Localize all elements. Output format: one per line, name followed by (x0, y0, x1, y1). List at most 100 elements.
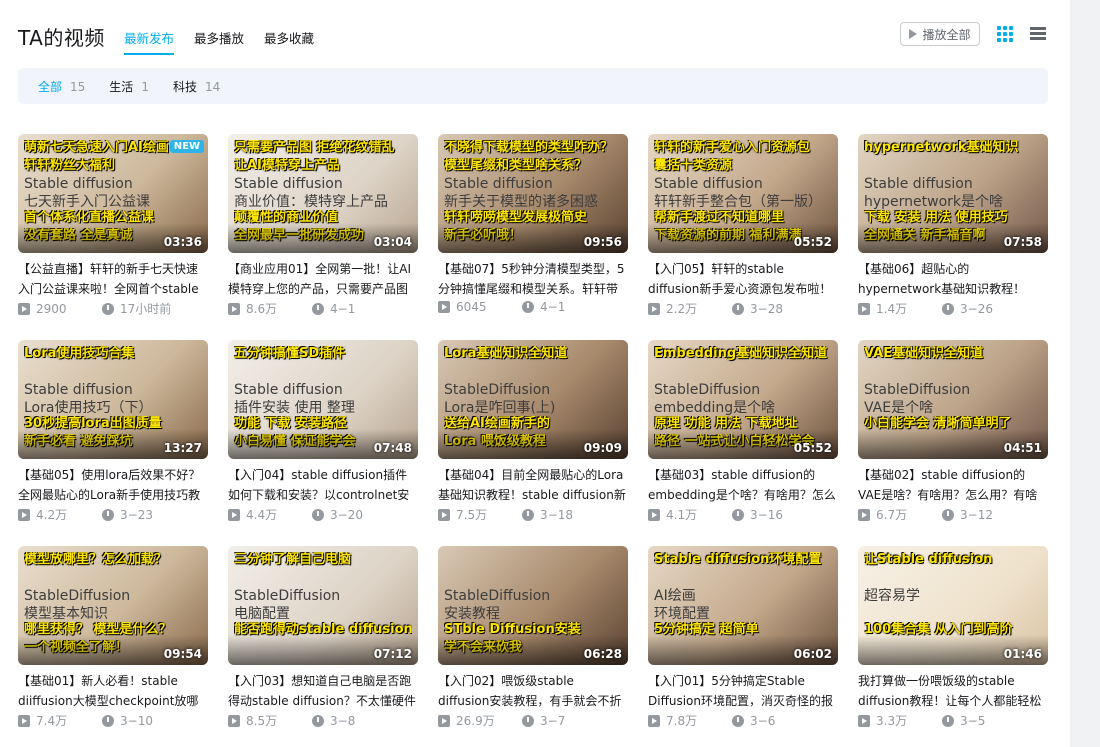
video-thumbnail[interactable]: 模型放哪里？怎么加载？ StableDiffusion 模型基本知识 哪里获得？ 模型… (18, 546, 208, 665)
video-card[interactable]: hypernetwork基础知识 Stable diffusion hypernet… (858, 134, 1048, 324)
thumbnail-text: VAE基础知识全知道 (864, 346, 984, 361)
play-all-label: 播放全部 (922, 27, 971, 42)
video-title[interactable]: 【基础01】新人必看！stable diiffusion大模型checkpoin… (18, 671, 208, 711)
play-count: 6.7万 (876, 508, 908, 522)
video-card[interactable]: 轩轩的新手爱心入门资源包 囊括十类资源 Stable diffusion 轩轩新手整合… (648, 134, 838, 324)
video-title[interactable]: 【入门03】想知道自己电脑是否跑得动stable diffusion？不太懂硬件 (228, 671, 418, 711)
video-card[interactable]: StableDiffusion安装教程STble Diffusion安装学不会来… (438, 546, 628, 736)
clock-icon (312, 508, 324, 521)
play-count-icon (858, 302, 870, 315)
filter-tech[interactable]: 科技 14 (173, 78, 220, 95)
video-card[interactable]: VAE基础知识全知道 StableDiffusion VAE是个啥 小白能学会 清晰简… (858, 340, 1048, 530)
video-thumbnail[interactable]: 让Stable diffusion 超容易学 100集合集 从入门到高阶 01:46 (858, 546, 1048, 665)
video-title[interactable]: 【入门05】轩轩的stable diffusion新手爱心资源包发布啦！不要给学 (648, 259, 838, 299)
tab-most-favorited[interactable]: 最多收藏 (264, 28, 314, 55)
video-card[interactable]: 只需要产品图 拒绝花纹错乱 让AI模特穿上产品 Stable diffusion 商业… (228, 134, 418, 324)
page-scrollbar[interactable] (1070, 0, 1100, 747)
play-count-icon (858, 508, 870, 521)
video-title[interactable]: 【入门04】stable diffusion插件如何下载和安装？以control… (228, 465, 418, 505)
video-thumbnail[interactable]: 轩轩的新手爱心入门资源包 囊括十类资源 Stable diffusion 轩轩新手整合… (648, 134, 838, 253)
video-card[interactable]: 萌新七天急速入门AI绘画 轩轩粉丝大福利 Stable diffusion 七天新手入… (18, 134, 208, 324)
thumbnail-text: 商业价值：模特穿上产品 (234, 194, 388, 210)
thumbnail-text: Stable diffusion (24, 382, 133, 398)
thumbnail-text: Embedding基础知识全知道 (654, 346, 828, 361)
thumbnail-text: embedding是个啥 (654, 400, 776, 416)
video-title[interactable]: 【基础04】目前全网最贴心的Lora基础知识教程！stable diffusio… (438, 465, 628, 505)
video-meta: 6045 4−1 (438, 300, 565, 314)
thumbnail-text: 环境配置 (654, 606, 710, 622)
play-count: 7.4万 (36, 714, 68, 728)
clock-icon (522, 508, 534, 521)
video-title[interactable]: 【基础02】stable diffusion的VAE是啥？有啥用？怎么用？有啥效 (858, 465, 1048, 505)
video-duration: 05:52 (793, 235, 832, 249)
video-thumbnail[interactable]: 三分钟了解自己电脑 StableDiffusion 电脑配置 能否跑得动stable … (228, 546, 418, 665)
video-thumbnail[interactable]: VAE基础知识全知道 StableDiffusion VAE是个啥 小白能学会 清晰简… (858, 340, 1048, 459)
video-duration: 01:46 (1003, 647, 1042, 661)
video-card[interactable]: Lora使用技巧合集 Stable diffusion Lora使用技巧（下） 30秒… (18, 340, 208, 530)
video-card[interactable]: 不晓得下载模型的类型咋办？ 模型尾缀和类型啥关系？ Stable diffusion… (438, 134, 628, 324)
video-thumbnail[interactable]: 萌新七天急速入门AI绘画 轩轩粉丝大福利 Stable diffusion 七天新手入… (18, 134, 208, 253)
video-card[interactable]: Embedding基础知识全知道 StableDiffusion embedding… (648, 340, 838, 530)
video-card[interactable]: Lora基础知识全知道 StableDiffusion Lora是咋回事(上) 送给A… (438, 340, 628, 530)
video-title[interactable]: 【商业应用01】全网第一批！让AI模特穿上您的产品，只需要产品图 (228, 259, 418, 299)
video-thumbnail[interactable]: Lora基础知识全知道 StableDiffusion Lora是咋回事(上) 送给A… (438, 340, 628, 459)
play-count: 4.2万 (36, 508, 68, 522)
video-list-panel: TA的视频 最新发布 最多播放 最多收藏 播放全部 全部 15 生活 1 科技 14 … (0, 0, 1070, 747)
thumbnail-text: Stable diffusion (444, 176, 553, 192)
publish-date: 3−10 (120, 713, 153, 728)
publish-date: 3−8 (330, 713, 356, 728)
video-card[interactable]: 三分钟了解自己电脑 StableDiffusion 电脑配置 能否跑得动stable … (228, 546, 418, 736)
video-card[interactable]: 让Stable diffusion 超容易学 100集合集 从入门到高阶 01:46 我… (858, 546, 1048, 736)
tab-most-played[interactable]: 最多播放 (194, 28, 244, 55)
video-card[interactable]: 模型放哪里？怎么加载？ StableDiffusion 模型基本知识 哪里获得？ 模型… (18, 546, 208, 736)
publish-date: 3−18 (540, 507, 573, 522)
list-view-icon[interactable] (1030, 26, 1046, 42)
video-title[interactable]: 【基础07】5秒钟分清模型类型，5分钟搞懂尾缀和模型关系。轩轩带 (438, 259, 628, 299)
video-title[interactable]: 【基础06】超贴心的hypernetwork基础知识教程！stable diff… (858, 259, 1048, 299)
play-count-icon (18, 302, 30, 315)
publish-date: 3−26 (960, 301, 993, 316)
play-count: 3.3万 (876, 714, 908, 728)
video-thumbnail[interactable]: 只需要产品图 拒绝花纹错乱 让AI模特穿上产品 Stable diffusion 商业… (228, 134, 418, 253)
play-count-icon (648, 302, 660, 315)
publish-date: 3−12 (960, 507, 993, 522)
thumbnail-text: Lora是咋回事(上) (444, 400, 556, 416)
filter-all[interactable]: 全部 15 (38, 78, 85, 95)
video-thumbnail[interactable]: Embedding基础知识全知道 StableDiffusion embedding… (648, 340, 838, 459)
video-meta: 4.4万 3−20 (228, 506, 363, 523)
play-count: 8.6万 (246, 302, 278, 316)
thumbnail-text: hypernetwork基础知识 (864, 140, 1019, 155)
thumbnail-text: hypernetwork是个啥 (864, 194, 1004, 210)
grid-view-icon[interactable] (996, 25, 1014, 43)
play-count: 7.5万 (456, 508, 488, 522)
video-thumbnail[interactable]: hypernetwork基础知识 Stable diffusion hypernet… (858, 134, 1048, 253)
play-count: 4.1万 (666, 508, 698, 522)
tab-latest[interactable]: 最新发布 (124, 28, 175, 55)
video-duration: 06:02 (793, 647, 832, 661)
page-title: TA的视频 (18, 26, 105, 50)
video-thumbnail[interactable]: Stable diffusion环境配置 AI绘画 环境配置 5分钟搞定 超简单 06:… (648, 546, 838, 665)
play-count: 8.5万 (246, 714, 278, 728)
video-thumbnail[interactable]: 不晓得下载模型的类型咋办？ 模型尾缀和类型啥关系？ Stable diffusion… (438, 134, 628, 253)
thumbnail-text: 安装教程 (444, 606, 500, 622)
video-thumbnail[interactable]: StableDiffusion安装教程STble Diffusion安装学不会来… (438, 546, 628, 665)
video-title[interactable]: 【入门01】5分钟搞定Stable Diffusion环境配置，消灭奇怪的报 (648, 671, 838, 711)
play-count-icon (648, 508, 660, 521)
play-all-button[interactable]: 播放全部 (900, 22, 980, 46)
video-title[interactable]: 【入门02】喂饭级stable diffusion安装教程，有手就会不折腾 (438, 671, 628, 711)
video-title[interactable]: 我打算做一份喂饭级的stable diffusion教程！让每个人都能轻松 (858, 671, 1048, 711)
video-thumbnail[interactable]: Lora使用技巧合集 Stable diffusion Lora使用技巧（下） 30秒… (18, 340, 208, 459)
video-title[interactable]: 【基础05】使用lora后效果不好？全网最贴心的Lora新手使用技巧教 (18, 465, 208, 505)
video-card[interactable]: Stable diffusion环境配置 AI绘画 环境配置 5分钟搞定 超简单 06:… (648, 546, 838, 736)
play-count: 7.8万 (666, 714, 698, 728)
video-title[interactable]: 【公益直播】轩轩的新手七天快速入门公益课来啦！全网首个stable (18, 259, 208, 299)
thumbnail-text: StableDiffusion (864, 382, 971, 398)
thumbnail-text: 五分钟搞懂SD插件 (234, 346, 346, 361)
thumbnail-text: 让Stable diffusion (864, 552, 993, 567)
thumbnail-text: StableDiffusion (654, 382, 761, 398)
video-card[interactable]: 五分钟搞懂SD插件 Stable diffusion 插件安装 使用 整理 功能 下载… (228, 340, 418, 530)
sort-tabs: 最新发布 最多播放 最多收藏 (124, 28, 314, 55)
filter-life[interactable]: 生活 1 (109, 78, 149, 95)
video-title[interactable]: 【基础03】stable diffusion的embedding是个啥？有啥用？… (648, 465, 838, 505)
video-thumbnail[interactable]: 五分钟搞懂SD插件 Stable diffusion 插件安装 使用 整理 功能 下载… (228, 340, 418, 459)
